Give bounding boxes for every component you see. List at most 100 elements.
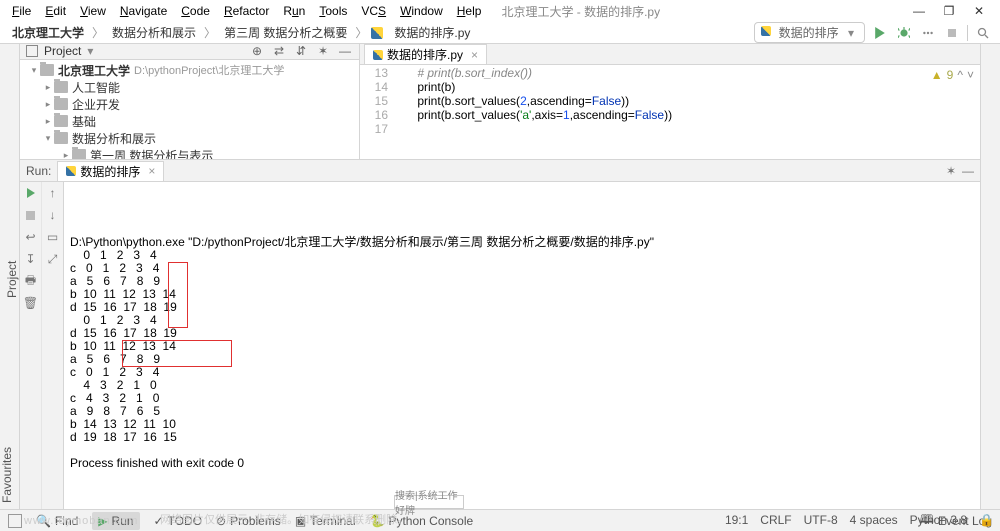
lock-icon[interactable]: 🔒 xyxy=(979,513,994,527)
indent-setting[interactable]: 4 spaces xyxy=(850,513,898,527)
python-file-icon xyxy=(371,27,383,39)
breadcrumb-seg-1[interactable]: 数据分析和展示 xyxy=(108,23,200,42)
play-icon: ▶ xyxy=(98,514,107,528)
down-trace-button[interactable]: ↓ xyxy=(46,208,60,222)
tree-folder-basic[interactable]: ▸基础 xyxy=(20,113,359,130)
tree-folder-datashow[interactable]: ▾数据分析和展示 xyxy=(20,130,359,147)
code-editor[interactable]: 1314151617 # print(b.sort_index()) print… xyxy=(360,65,980,159)
settings-icon[interactable]: ✶ xyxy=(315,44,331,58)
toggle-softwrap-button[interactable]: ↩ xyxy=(24,230,38,244)
run-panel-title: Run: xyxy=(26,164,51,178)
debug-button[interactable] xyxy=(895,24,913,42)
menu-file[interactable]: File xyxy=(6,2,37,20)
project-tree: ▾ 北京理工大学 D:\pythonProject\北京理工大学 ▸人工智能 ▸… xyxy=(20,60,359,159)
menu-window[interactable]: Window xyxy=(394,2,449,20)
favorites-tool-tab[interactable]: Favourites xyxy=(0,349,14,503)
editor-gutter: 1314151617 xyxy=(360,65,394,159)
tool-todo[interactable]: ✓TODO xyxy=(154,514,203,528)
caret-down-icon: ˅ xyxy=(967,68,974,82)
check-icon: ✓ xyxy=(154,514,164,528)
project-panel-title: Project xyxy=(44,44,81,58)
breadcrumb-seg-2[interactable]: 第三周 数据分析之概要 xyxy=(220,23,351,42)
tool-run[interactable]: ▶Run xyxy=(92,512,139,530)
floating-search-box[interactable]: 搜索|系统工作好牌 xyxy=(394,495,464,509)
close-tab-icon[interactable]: × xyxy=(148,164,155,178)
menu-vcs[interactable]: VCS xyxy=(355,2,392,20)
tree-root[interactable]: ▾ 北京理工大学 D:\pythonProject\北京理工大学 xyxy=(20,62,359,79)
editor-code[interactable]: # print(b.sort_index()) print(b) print(b… xyxy=(394,65,980,159)
more-actions-button[interactable] xyxy=(919,24,937,42)
python-interpreter[interactable]: Python 3.8 xyxy=(910,513,967,527)
run-toolbar-2: ↑ ↓ ▭ ⤢ xyxy=(42,182,64,509)
file-encoding[interactable]: UTF-8 xyxy=(804,513,838,527)
tool-problems[interactable]: ⊘Problems xyxy=(216,514,281,528)
editor-tab-label: 数据的排序.py xyxy=(387,46,463,63)
breadcrumb: 北京理工大学 〉 数据分析和展示 〉 第三周 数据分析之概要 〉 数据的排序.p… xyxy=(8,23,474,42)
scroll-to-end-button[interactable]: ↧ xyxy=(24,252,38,266)
project-view-icon[interactable] xyxy=(26,45,38,57)
search-icon: 🔍 xyxy=(36,514,51,528)
run-toolbar: ↩ ↧ 🖶 🗑 xyxy=(20,182,42,509)
gear-icon[interactable]: ✶ xyxy=(946,164,956,178)
tool-window-toggle[interactable] xyxy=(8,514,22,528)
tree-folder-week1[interactable]: ▸第一周 数据分析与表示 xyxy=(20,147,359,159)
menu-tools[interactable]: Tools xyxy=(313,2,353,20)
window-restore[interactable]: ❐ xyxy=(942,4,956,18)
project-panel-header: Project ▾ ⊕ ⇄ ⇵ ✶ — xyxy=(20,44,359,60)
warning-icon: ⊘ xyxy=(216,514,226,528)
run-panel: Run: 数据的排序 × ✶ — ↩ ↧ 🖶 🗑 ↑ ↓ ▭ ⤢ D:\Pyth… xyxy=(20,159,980,509)
expand-icon[interactable]: ⇄ xyxy=(271,44,287,58)
warning-caret: ^ xyxy=(957,68,963,82)
stop-button[interactable] xyxy=(24,208,38,222)
tree-folder-enterprise[interactable]: ▸企业开发 xyxy=(20,96,359,113)
menu-refactor[interactable]: Refactor xyxy=(218,2,275,20)
tool-terminal[interactable]: ▣Terminal xyxy=(295,514,356,528)
navigation-bar: 北京理工大学 〉 数据分析和展示 〉 第三周 数据分析之概要 〉 数据的排序.p… xyxy=(0,22,1000,44)
filter-button[interactable]: ▭ xyxy=(46,230,60,244)
run-panel-tab[interactable]: 数据的排序 × xyxy=(57,161,164,181)
run-output[interactable]: D:\Python\python.exe "D:/pythonProject/北… xyxy=(64,182,980,509)
up-trace-button[interactable]: ↑ xyxy=(46,186,60,200)
window-close[interactable]: ✕ xyxy=(972,4,986,18)
expand-button[interactable]: ⤢ xyxy=(46,252,60,266)
run-button[interactable] xyxy=(871,24,889,42)
menu-edit[interactable]: Edit xyxy=(39,2,72,20)
collapse-icon[interactable]: ⇵ xyxy=(293,44,309,58)
search-button[interactable] xyxy=(974,24,992,42)
right-tool-strip xyxy=(980,44,1000,509)
tree-folder-ai[interactable]: ▸人工智能 xyxy=(20,79,359,96)
line-separator[interactable]: CRLF xyxy=(760,513,791,527)
rerun-button[interactable] xyxy=(24,186,38,200)
locate-icon[interactable]: ⊕ xyxy=(249,44,265,58)
editor-tabs: 数据的排序.py × xyxy=(360,44,980,65)
menu-code[interactable]: Code xyxy=(175,2,216,20)
editor-panel: 数据的排序.py × 1314151617 # print(b.sort_ind… xyxy=(360,44,980,159)
menu-navigate[interactable]: Navigate xyxy=(114,2,173,20)
editor-tab-active[interactable]: 数据的排序.py × xyxy=(364,44,487,64)
breadcrumb-seg-0[interactable]: 北京理工大学 xyxy=(8,23,88,42)
clear-button[interactable]: 🗑 xyxy=(24,296,38,310)
dropdown-icon: ▾ xyxy=(848,26,854,40)
breadcrumb-seg-3[interactable]: 数据的排序.py xyxy=(390,23,474,42)
menu-view[interactable]: View xyxy=(74,2,112,20)
run-config-selector[interactable]: 数据的排序 ▾ xyxy=(754,22,865,43)
menu-help[interactable]: Help xyxy=(451,2,488,20)
hide-icon[interactable]: — xyxy=(962,164,974,178)
stop-button[interactable] xyxy=(943,24,961,42)
menu-run[interactable]: Run xyxy=(277,2,311,20)
tool-find[interactable]: 🔍Find xyxy=(36,514,78,528)
caret-position[interactable]: 19:1 xyxy=(725,513,748,527)
python-file-icon xyxy=(66,166,76,176)
window-minimize[interactable]: — xyxy=(912,4,926,18)
window-controls: — ❐ ✕ xyxy=(912,4,994,18)
close-tab-icon[interactable]: × xyxy=(471,48,478,62)
main-menu: File Edit View Navigate Code Refactor Ru… xyxy=(6,2,487,20)
terminal-icon: ▣ xyxy=(295,514,306,528)
warning-icon: ▲ xyxy=(931,68,943,82)
python-file-icon xyxy=(373,50,383,60)
inspections-widget[interactable]: ▲ 9 ^ ˅ xyxy=(931,68,974,82)
hide-icon[interactable]: — xyxy=(337,44,353,58)
window-title: 北京理工大学 - 数据的排序.py xyxy=(501,3,660,20)
print-button[interactable]: 🖶 xyxy=(24,274,38,288)
python-icon: 🐍 xyxy=(370,514,385,528)
